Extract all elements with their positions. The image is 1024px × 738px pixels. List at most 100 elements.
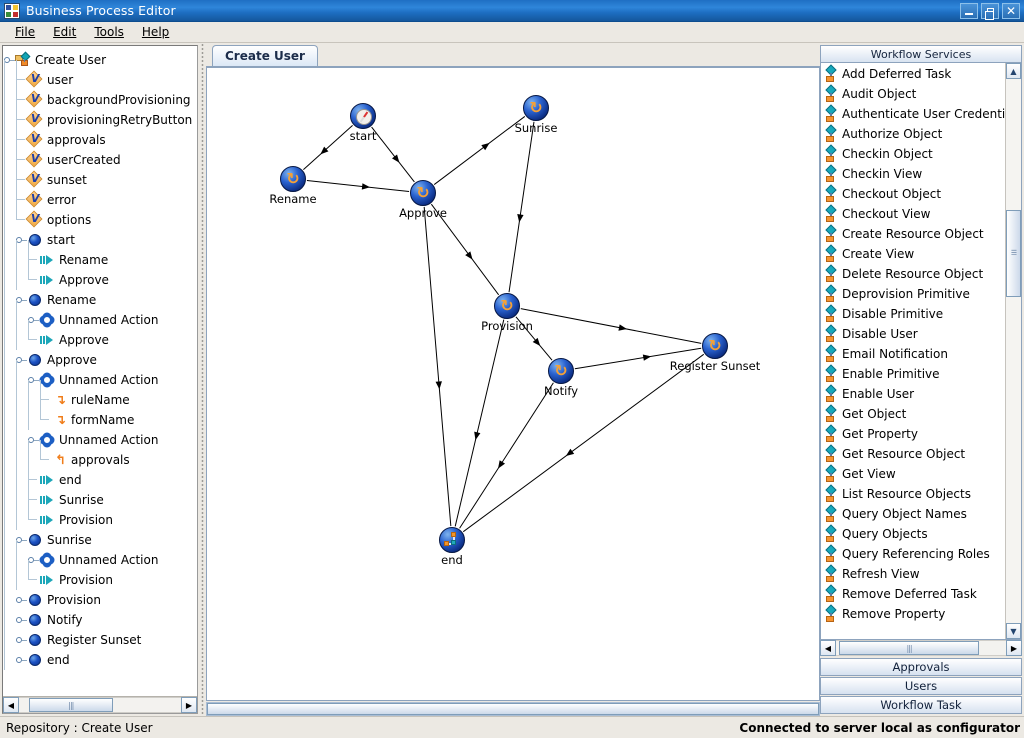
left-splitter[interactable] (198, 43, 206, 716)
services-list[interactable]: Add Deferred Task Audit Object Authenticat… (821, 63, 1005, 639)
diagram-node-sunrise[interactable]: ↻ Sunrise (515, 95, 557, 135)
service-item[interactable]: Audit Object (821, 84, 1005, 104)
tree-item-user[interactable]: Vuser (3, 60, 197, 90)
service-item[interactable]: Create Resource Object (821, 224, 1005, 244)
services-scroll-left-button[interactable]: ◀ (820, 640, 836, 656)
service-item[interactable]: Add Deferred Task (821, 64, 1005, 84)
service-item[interactable]: Get View (821, 464, 1005, 484)
service-item[interactable]: Remove Deferred Task (821, 584, 1005, 604)
service-item[interactable]: Remove Property (821, 604, 1005, 624)
service-item[interactable]: Refresh View (821, 564, 1005, 584)
tree-item-provisioningretrybutton[interactable]: VprovisioningRetryButton (3, 100, 197, 130)
diagram-node-register-sunset[interactable]: ↻ Register Sunset (670, 333, 760, 373)
tree-item-rulename[interactable]: ↴ ruleName (3, 380, 197, 410)
tree-item-approve[interactable]: Approve (3, 260, 197, 290)
tree-item-create-user[interactable]: Create User (3, 50, 197, 70)
tree-item-options[interactable]: Voptions (3, 200, 197, 230)
diagram-node-approve[interactable]: ↻ Approve (399, 180, 447, 220)
services-scroll-right-button[interactable]: ▶ (1006, 640, 1022, 656)
menu-edit[interactable]: Edit (44, 23, 85, 41)
tree-item-unnamed-action[interactable]: Unnamed Action (3, 420, 197, 450)
tree-item-error[interactable]: Verror (3, 180, 197, 210)
tree-expand-toggle-icon[interactable] (15, 650, 27, 670)
service-item[interactable]: Create View (821, 244, 1005, 264)
services-horizontal-scrollbar[interactable]: ◀ ||| ▶ (820, 640, 1022, 656)
services-scroll-track[interactable]: ☰ (1006, 79, 1021, 623)
tree-scroll-right-button[interactable]: ▶ (181, 697, 197, 713)
tree-item-notify[interactable]: Notify (3, 600, 197, 630)
diagram-node-provision[interactable]: ↻ Provision (481, 293, 533, 333)
tree-item-provision[interactable]: Provision (3, 500, 197, 530)
menu-help[interactable]: Help (133, 23, 178, 41)
service-item[interactable]: Checkout View (821, 204, 1005, 224)
process-diagram-canvas[interactable]: start ↻ Rename ↻ Approve ↻ Sunrise ↻ Provision ↻ N… (206, 67, 820, 701)
tree-expand-toggle-icon[interactable] (15, 610, 27, 630)
service-item[interactable]: Disable Primitive (821, 304, 1005, 324)
tree-item-start[interactable]: start (3, 220, 197, 250)
services-vertical-scrollbar[interactable]: ▲ ☰ ▼ (1005, 63, 1021, 639)
tree-item-approve[interactable]: Approve (3, 320, 197, 350)
service-item[interactable]: Disable User (821, 324, 1005, 344)
service-item[interactable]: Query Object Names (821, 504, 1005, 524)
minimize-button[interactable] (960, 2, 978, 19)
tree-item-sunrise[interactable]: Sunrise (3, 520, 197, 550)
canvas-scroll-thumb[interactable] (207, 703, 819, 715)
button-approvals[interactable]: Approvals (820, 658, 1022, 676)
button-users[interactable]: Users (820, 677, 1022, 695)
process-tree[interactable]: Create User Vuser VbackgroundProvisioning V… (3, 46, 197, 696)
service-item[interactable]: Checkout Object (821, 184, 1005, 204)
tree-item-rename[interactable]: Rename (3, 280, 197, 310)
tree-item-formname[interactable]: ↴ formName (3, 400, 197, 430)
service-item[interactable]: Delete Resource Object (821, 264, 1005, 284)
tree-item-register-sunset[interactable]: Register Sunset (3, 620, 197, 650)
diagram-node-end[interactable]: end (439, 527, 465, 567)
tree-item-approve[interactable]: Approve (3, 340, 197, 370)
tree-scroll-left-button[interactable]: ◀ (3, 697, 19, 713)
diagram-node-start[interactable]: start (350, 103, 376, 143)
service-item[interactable]: Enable Primitive (821, 364, 1005, 384)
menu-tools[interactable]: Tools (85, 23, 133, 41)
service-item[interactable]: Deprovision Primitive (821, 284, 1005, 304)
services-scroll-thumb[interactable]: ☰ (1006, 209, 1021, 297)
services-hscroll-thumb[interactable]: ||| (839, 641, 979, 655)
service-item[interactable]: Checkin View (821, 164, 1005, 184)
tree-item-provision[interactable]: Provision (3, 560, 197, 590)
tree-item-usercreated[interactable]: VuserCreated (3, 140, 197, 170)
tree-item-approvals[interactable]: ↰ approvals (3, 440, 197, 470)
tree-item-unnamed-action[interactable]: Unnamed Action (3, 360, 197, 390)
service-item[interactable]: Query Referencing Roles (821, 544, 1005, 564)
canvas-horizontal-scrollbar[interactable] (206, 701, 820, 716)
service-item[interactable]: List Resource Objects (821, 484, 1005, 504)
tree-item-end[interactable]: end (3, 460, 197, 490)
tab-create-user[interactable]: Create User (212, 45, 318, 66)
button-workflow-task[interactable]: Workflow Task (820, 696, 1022, 714)
services-hscroll-track[interactable]: ||| (836, 640, 1006, 656)
close-button[interactable]: ✕ (1002, 2, 1020, 19)
tree-item-approvals[interactable]: Vapprovals (3, 120, 197, 150)
diagram-node-rename[interactable]: ↻ Rename (269, 166, 317, 206)
service-item[interactable]: Checkin Object (821, 144, 1005, 164)
service-item[interactable]: Get Resource Object (821, 444, 1005, 464)
tree-item-sunset[interactable]: Vsunset (3, 160, 197, 190)
tree-item-rename[interactable]: Rename (3, 240, 197, 270)
service-item[interactable]: Get Object (821, 404, 1005, 424)
tree-scroll-track[interactable]: ||| (19, 697, 181, 713)
tree-horizontal-scrollbar[interactable]: ◀ ||| ▶ (3, 696, 197, 713)
service-item[interactable]: Email Notification (821, 344, 1005, 364)
tree-item-end[interactable]: end (3, 640, 197, 670)
service-item[interactable]: Authenticate User Credential (821, 104, 1005, 124)
tree-expand-toggle-icon[interactable] (15, 630, 27, 650)
services-scroll-down-button[interactable]: ▼ (1006, 623, 1021, 639)
canvas-scroll-track[interactable] (206, 702, 820, 716)
service-item[interactable]: Get Property (821, 424, 1005, 444)
maximize-button[interactable] (981, 2, 999, 20)
menu-file[interactable]: File (6, 23, 44, 41)
service-item[interactable]: Enable User (821, 384, 1005, 404)
service-item[interactable]: Query Objects (821, 524, 1005, 544)
service-item[interactable]: Authorize Object (821, 124, 1005, 144)
tree-expand-toggle-icon[interactable] (15, 590, 27, 610)
tree-item-backgroundprovisioning[interactable]: VbackgroundProvisioning (3, 80, 197, 110)
tree-scroll-thumb[interactable]: ||| (28, 698, 113, 712)
tree-item-sunrise[interactable]: Sunrise (3, 480, 197, 510)
tree-item-provision[interactable]: Provision (3, 580, 197, 610)
